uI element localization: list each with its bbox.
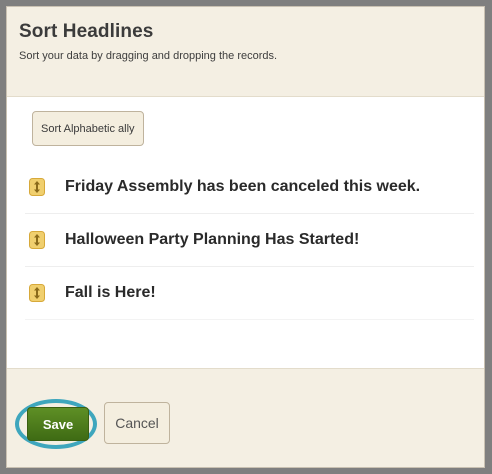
dialog-title: Sort Headlines [19,21,154,42]
record-item-3[interactable]: Fall is Here! [25,267,474,320]
drag-handle-icon[interactable] [29,231,45,249]
window-frame: Sort Headlines Sort your data by draggin… [0,0,492,474]
dialog-body: Sort Alphabetic ally Friday Assembly has… [7,97,484,369]
dialog-header: Sort Headlines Sort your data by draggin… [7,7,484,97]
sort-alphabetically-button[interactable]: Sort Alphabetic ally [32,111,144,146]
sort-headlines-dialog: Sort Headlines Sort your data by draggin… [6,6,485,468]
record-item-1[interactable]: Friday Assembly has been canceled this w… [25,161,474,214]
dialog-footer: Save Cancel [7,368,484,467]
cancel-button[interactable]: Cancel [104,402,170,444]
record-label: Fall is Here! [65,284,156,301]
record-item-2[interactable]: Halloween Party Planning Has Started! [25,214,474,267]
record-label: Friday Assembly has been canceled this w… [65,178,421,195]
record-list: Friday Assembly has been canceled this w… [25,161,474,320]
record-label: Halloween Party Planning Has Started! [65,231,360,248]
dialog-subtitle: Sort your data by dragging and dropping … [19,50,278,62]
save-button[interactable]: Save [27,407,89,441]
drag-handle-icon[interactable] [29,284,45,302]
drag-handle-icon[interactable] [29,178,45,196]
